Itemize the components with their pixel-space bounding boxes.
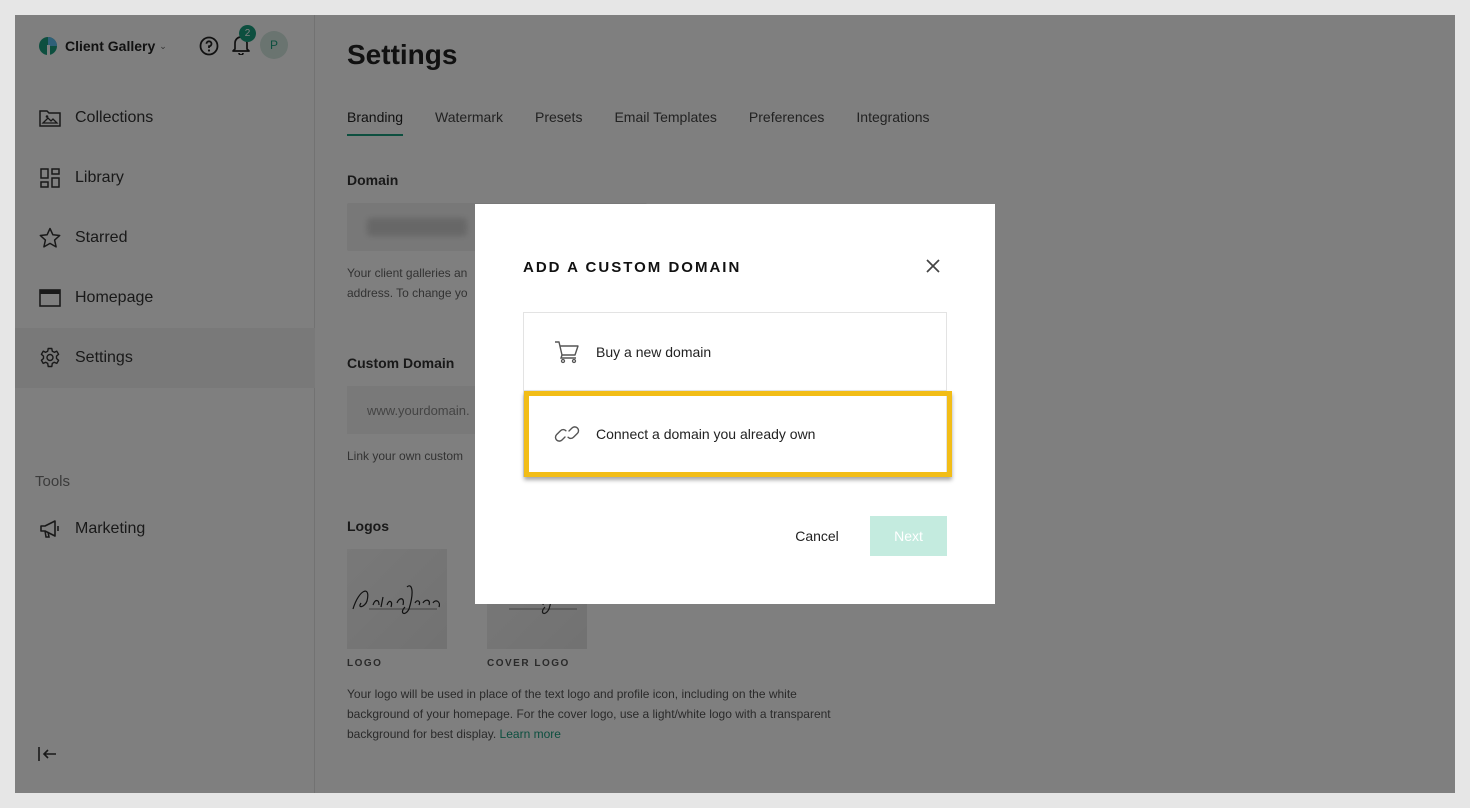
buy-new-domain-option[interactable]: Buy a new domain: [524, 313, 946, 390]
app-window: Client Gallery ⌄ 2 P Collections: [15, 15, 1455, 793]
link-icon: [554, 425, 580, 442]
buy-new-domain-label: Buy a new domain: [596, 343, 712, 360]
domain-option-list: Buy a new domain Connect a domain you al…: [523, 312, 947, 477]
modal-title: ADD A CUSTOM DOMAIN: [523, 259, 742, 276]
next-button[interactable]: Next: [870, 516, 947, 556]
cart-icon: [555, 340, 579, 363]
cancel-button[interactable]: Cancel: [775, 516, 859, 556]
custom-domain-modal: ADD A CUSTOM DOMAIN Buy a new domain Con…: [475, 204, 995, 604]
close-icon[interactable]: [923, 256, 943, 276]
connect-domain-label: Connect a domain you already own: [596, 425, 816, 442]
connect-domain-option[interactable]: Connect a domain you already own: [524, 390, 946, 476]
